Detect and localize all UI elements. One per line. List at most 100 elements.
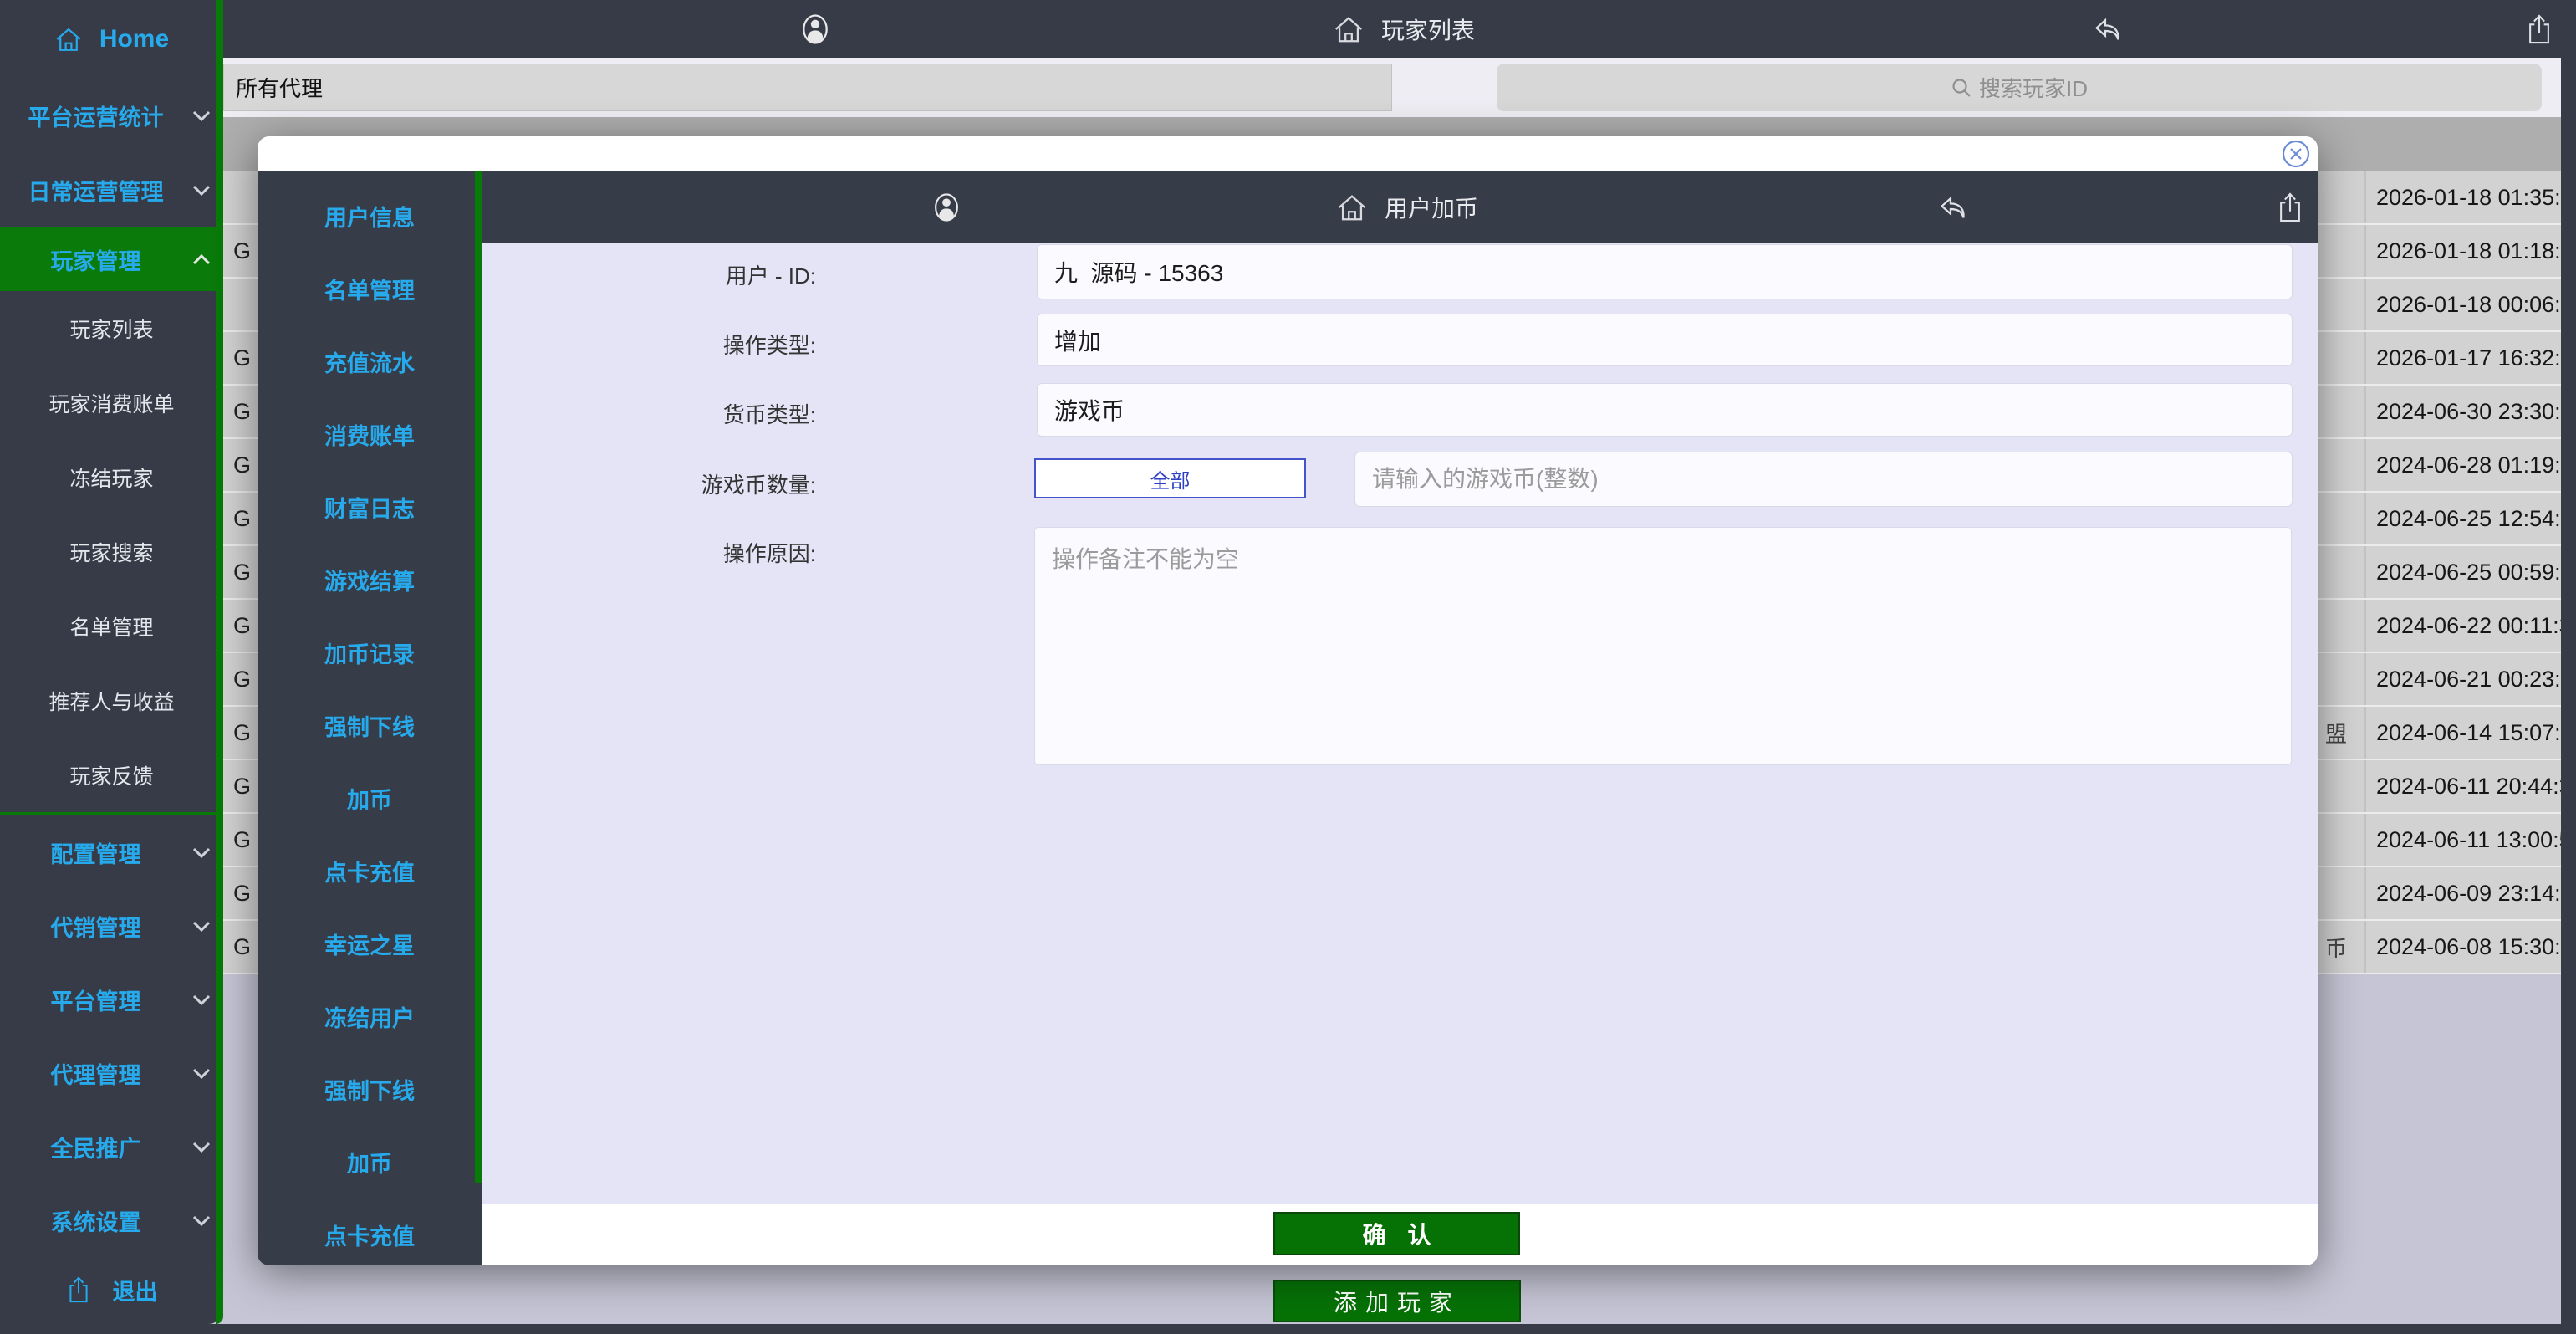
sidebar-submenu-item[interactable]: 玩家搜索 xyxy=(0,514,223,589)
row-date-cell: 2026-01-18 00:06:18 xyxy=(2364,279,2561,330)
window-bottom-edge xyxy=(0,1324,2576,1334)
sidebar-group[interactable]: 系统设置 xyxy=(0,1183,223,1257)
agent-select[interactable]: 所有代理 xyxy=(223,64,1392,111)
home-icon[interactable] xyxy=(1333,14,1365,44)
sidebar-submenu-item[interactable]: 玩家列表 xyxy=(0,291,223,365)
sidebar-submenu-item[interactable]: 玩家反馈 xyxy=(0,738,223,812)
amount-field[interactable] xyxy=(1354,452,2293,507)
sidebar-group[interactable]: 配置管理 xyxy=(0,815,223,889)
sidebar-group[interactable]: 代销管理 xyxy=(0,889,223,963)
sidebar-group[interactable]: 平台运营统计 xyxy=(0,79,223,153)
modal-sidebar-green-border xyxy=(475,171,482,1183)
chevron-down-icon xyxy=(191,1214,212,1227)
chevron-down-icon xyxy=(191,110,212,122)
modal-sidebar-item[interactable]: 冻结用户 xyxy=(258,980,482,1053)
page-title: 玩家列表 xyxy=(1381,13,1475,46)
modal-form: 用户 - ID: 操作类型: 货币类型: 游戏币数量: 全部 操作原因: xyxy=(482,243,2318,1204)
sidebar-group-label: 配置管理 xyxy=(0,836,191,869)
sidebar-group[interactable]: 代理管理 xyxy=(0,1036,223,1110)
home-icon[interactable] xyxy=(1336,192,1368,222)
modal-sidebar-item[interactable]: 强制下线 xyxy=(258,689,482,762)
sidebar-submenu-item[interactable]: 冻结玩家 xyxy=(0,440,223,514)
row-date-cell: 2024-06-30 23:30:28 xyxy=(2364,386,2561,437)
sidebar-submenu-item[interactable]: 玩家消费账单 xyxy=(0,365,223,440)
sidebar-group-label: 玩家管理 xyxy=(0,243,191,276)
search-placeholder: 搜索玩家ID xyxy=(1979,72,2088,103)
confirm-button[interactable]: 确认 xyxy=(1273,1212,1520,1255)
add-coins-modal: 用户加币 用户信息 名单管理 充值流水 消费账单 财富日志 游戏结算 加币记录 xyxy=(258,136,2318,1265)
modal-sidebar-item[interactable]: 财富日志 xyxy=(258,471,482,544)
row-date-cell: 2026-01-18 01:18:27 xyxy=(2364,225,2561,277)
sidebar-group[interactable]: 平台管理 xyxy=(0,963,223,1036)
modal-sidebar: 用户信息 名单管理 充值流水 消费账单 财富日志 游戏结算 加币记录 强制下线 … xyxy=(258,171,482,1265)
sidebar-group-label: 日常运营管理 xyxy=(0,174,191,207)
sidebar-group-label: 平台运营统计 xyxy=(0,100,191,132)
search-icon xyxy=(1951,77,1972,99)
modal-sidebar-item[interactable]: 点卡充值 xyxy=(258,1199,482,1271)
row-date-cell: 2024-06-22 00:11:30 xyxy=(2364,600,2561,652)
modal-sidebar-item[interactable]: 名单管理 xyxy=(258,253,482,325)
reason-field[interactable] xyxy=(1034,527,2292,765)
row-left-cell: G xyxy=(233,600,251,652)
modal-footer: 确认 xyxy=(482,1204,2318,1265)
sidebar-group[interactable]: 全民推广 xyxy=(0,1110,223,1183)
row-left-cell: G xyxy=(233,546,251,598)
filter-row: 所有代理 搜索玩家ID xyxy=(223,58,2576,117)
sidebar-groups-top: 平台运营统计 日常运营管理 xyxy=(0,79,223,227)
row-date-cell: 2024-06-09 23:14:28 xyxy=(2364,867,2561,919)
reason-label: 操作原因: xyxy=(482,537,816,568)
row-date-cell: 2026-01-18 01:35:04 xyxy=(2364,171,2561,223)
row-left-cell: G xyxy=(233,814,251,866)
modal-header: 用户加币 xyxy=(258,171,2318,243)
sidebar-group-label: 平台管理 xyxy=(0,984,191,1016)
modal-sidebar-items: 用户信息 名单管理 充值流水 消费账单 财富日志 游戏结算 加币记录 强制下线 … xyxy=(258,180,482,1271)
row-date-cell: 2024-06-11 20:44:37 xyxy=(2364,760,2561,812)
row-date-cell: 2024-06-21 00:23:27 xyxy=(2364,653,2561,705)
currency-type-field[interactable] xyxy=(1037,383,2293,437)
sidebar-home-label: Home xyxy=(99,25,169,54)
reply-icon[interactable] xyxy=(2092,16,2122,43)
op-type-field[interactable] xyxy=(1037,314,2293,366)
user-icon[interactable] xyxy=(801,13,829,45)
row-left-cell: G xyxy=(233,921,251,973)
add-player-button[interactable]: 添加玩家 xyxy=(1273,1280,1521,1322)
sidebar-group-label: 全民推广 xyxy=(0,1131,191,1163)
reply-icon[interactable] xyxy=(1937,194,1967,221)
sidebar-item-logout[interactable]: 退出 xyxy=(0,1257,223,1322)
sidebar-item-home[interactable]: Home xyxy=(0,0,223,79)
currency-type-label: 货币类型: xyxy=(482,398,816,429)
modal-sidebar-item[interactable]: 加币 xyxy=(258,762,482,835)
modal-sidebar-item[interactable]: 点卡充值 xyxy=(258,835,482,907)
window-right-edge xyxy=(2561,58,2576,1324)
agent-select-value: 所有代理 xyxy=(236,72,323,103)
op-type-label: 操作类型: xyxy=(482,329,816,360)
all-amount-button[interactable]: 全部 xyxy=(1034,458,1306,498)
sidebar-group-active[interactable]: 玩家管理 xyxy=(0,227,223,291)
close-icon[interactable] xyxy=(2281,139,2311,169)
sidebar-submenu-item[interactable]: 名单管理 xyxy=(0,589,223,663)
user-icon[interactable] xyxy=(933,192,960,222)
row-left-cell: G xyxy=(233,653,251,705)
sidebar-group-label: 代理管理 xyxy=(0,1057,191,1090)
modal-sidebar-item[interactable]: 加币记录 xyxy=(258,616,482,689)
share-icon[interactable] xyxy=(2525,13,2553,46)
row-date-cell: 2024-06-14 15:07:02 xyxy=(2364,707,2561,759)
modal-sidebar-item[interactable]: 强制下线 xyxy=(258,1053,482,1126)
modal-sidebar-item[interactable]: 用户信息 xyxy=(258,180,482,253)
chevron-up-icon xyxy=(191,253,212,266)
row-date-cell: 2026-01-17 16:32:37 xyxy=(2364,332,2561,384)
modal-sidebar-item[interactable]: 幸运之星 xyxy=(258,907,482,980)
home-icon xyxy=(54,26,83,53)
exit-icon xyxy=(66,1275,91,1305)
modal-sidebar-item[interactable]: 消费账单 xyxy=(258,398,482,471)
row-date-cell: 2024-06-11 13:00:50 xyxy=(2364,814,2561,866)
sidebar-group[interactable]: 日常运营管理 xyxy=(0,153,223,227)
sidebar-submenu-item[interactable]: 推荐人与收益 xyxy=(0,663,223,738)
chevron-down-icon xyxy=(191,846,212,859)
modal-sidebar-item[interactable]: 加币 xyxy=(258,1126,482,1199)
user-id-field[interactable] xyxy=(1037,244,2293,299)
search-input[interactable]: 搜索玩家ID xyxy=(1497,64,2542,111)
modal-sidebar-item[interactable]: 游戏结算 xyxy=(258,544,482,616)
share-icon[interactable] xyxy=(2276,191,2304,224)
modal-sidebar-item[interactable]: 充值流水 xyxy=(258,325,482,398)
